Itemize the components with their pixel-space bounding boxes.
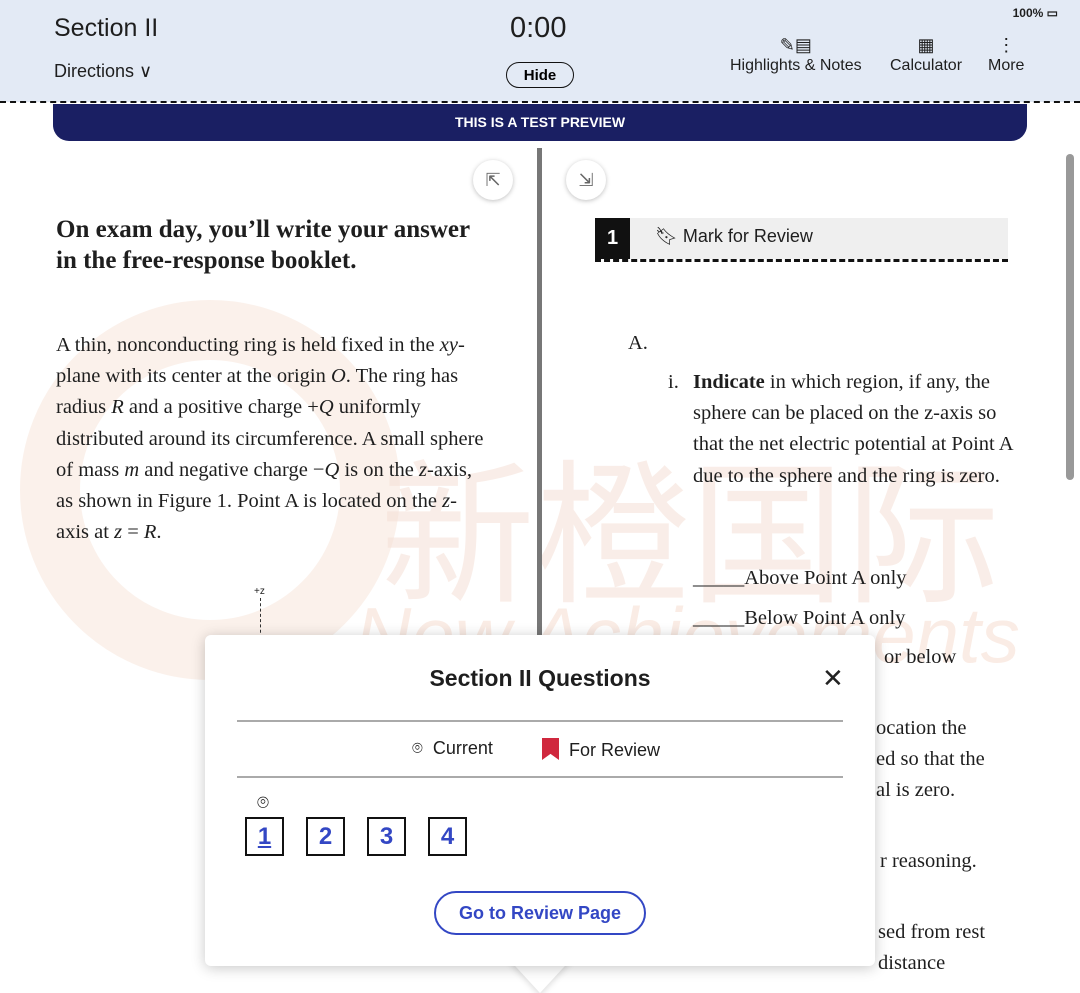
more-vertical-icon: ⋮ [997,35,1016,55]
legend-label: For Review [569,740,661,760]
part-label: A. [628,332,648,354]
question-button-2[interactable]: 2 [306,817,345,856]
tool-label: Calculator [890,57,963,74]
pane-divider[interactable] [537,148,542,638]
section-title: Section II [54,14,159,42]
more-button[interactable]: ⋮ More [988,33,1024,75]
mark-label: Mark for Review [682,226,813,246]
location-pin-icon: ⌾ [257,792,269,814]
close-icon[interactable]: ✕ [822,663,844,693]
passage-heading: On exam day, you’ll write your answer in… [56,216,470,274]
text-fragment: ed so that the [876,748,985,770]
blank: _____ [693,567,745,589]
item-i-text: Indicate in which region, if any, the sp… [693,367,1023,492]
question-button-4[interactable]: 4 [428,817,467,856]
mark-for-review-button[interactable]: 🔖︎ Mark for Review [655,226,813,247]
text-fragment: ocation the [876,717,967,739]
expand-left-icon[interactable]: ⇱ [473,160,513,200]
tool-label: More [988,57,1025,74]
bookmark-icon [542,738,559,760]
text-fragment: or below [884,646,957,668]
question-stem: A thin, nonconducting ring is held fixed… [56,334,484,544]
header-divider [0,101,1080,103]
text-fragment: al is zero. [876,779,956,801]
question-divider [595,259,1008,262]
legend-current: ⌾ Current [412,738,493,759]
item-number: i. [668,371,679,393]
divider [237,720,843,722]
popup-title: Section II Questions [429,665,651,691]
option-text: Below Point A only [744,607,906,629]
question-number: 1 [595,218,630,259]
option-text: Above Point A only [744,567,907,589]
option-1[interactable]: _____Above Point A only [693,563,907,594]
calculator-button[interactable]: ▦ Calculator [890,33,962,75]
figure-z-axis [260,598,261,638]
directions-label: Directions [54,61,135,81]
divider [237,776,843,778]
battery-status: 100% ▭ [1013,6,1058,20]
go-to-review-page-button[interactable]: Go to Review Page [434,891,646,935]
directions-dropdown[interactable]: Directions ∨ [54,61,152,82]
location-pin-icon: ⌾ [412,738,423,758]
question-button-3[interactable]: 3 [367,817,406,856]
calculator-icon: ▦ [917,35,935,55]
text-fragment: distance [878,952,946,974]
timer: 0:00 [510,12,567,44]
tool-label: Highlights & Notes [730,57,862,74]
blank: _____ [693,607,745,629]
chevron-down-icon: ∨ [139,61,153,81]
hide-timer-button[interactable]: Hide [506,62,574,88]
battery-icon: ▭ [1046,6,1058,20]
option-2[interactable]: _____Below Point A only [693,603,905,634]
question-button-1[interactable]: 1 [245,817,284,856]
text-fragment: sed from rest [878,921,986,943]
battery-percent: 100% [1012,6,1044,20]
highlights-notes-button[interactable]: ✎▤ Highlights & Notes [730,33,862,75]
bookmark-icon: 🔖︎ [655,226,678,246]
item-bold: Indicate [693,371,765,393]
text-fragment: r reasoning. [880,850,977,872]
scrollbar[interactable] [1066,154,1074,480]
question-navigator-popup: Section II Questions ✕ ⌾ Current For Rev… [205,635,875,966]
legend-label: Current [432,738,493,758]
test-preview-banner: THIS IS A TEST PREVIEW [53,104,1027,141]
legend-review: For Review [542,738,660,761]
highlighter-notes-icon: ✎▤ [779,35,812,55]
figure-axis-label: +z [254,586,265,597]
expand-right-icon[interactable]: ⇲ [566,160,606,200]
